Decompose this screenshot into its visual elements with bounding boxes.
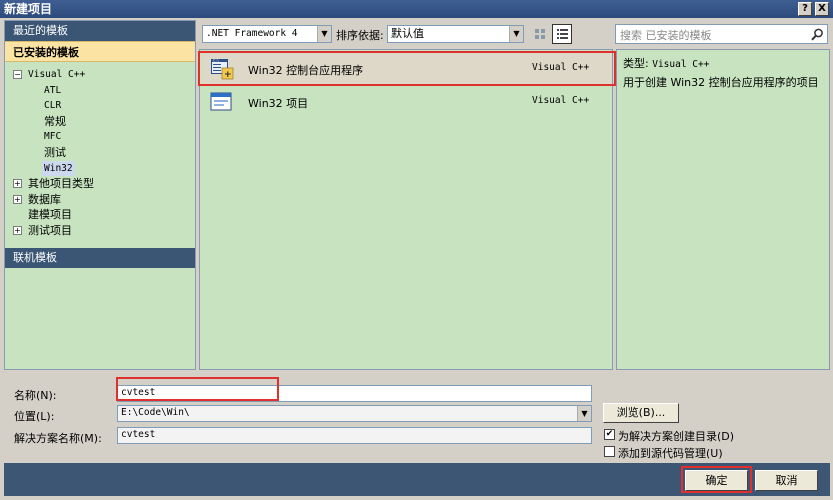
- location-value: E:\Code\Win\: [121, 407, 190, 418]
- tree-item-label: ATL: [44, 84, 62, 96]
- solution-name-value: cvtest: [121, 429, 156, 440]
- name-label: 名称(N):: [14, 389, 57, 402]
- source-control-label: 添加到源代码管理(U): [618, 447, 723, 460]
- browse-button[interactable]: 浏览(B)...: [603, 403, 679, 423]
- template-toolbar: .NET Framework 4 ▼ 排序依据: 默认值 ▼ 搜索 已安装的模板: [200, 24, 830, 46]
- type-label: 类型:: [623, 57, 649, 70]
- search-icon[interactable]: [811, 28, 824, 41]
- tree-item-visual-cpp[interactable]: − Visual C++: [5, 67, 195, 83]
- framework-dropdown[interactable]: .NET Framework 4 ▼: [202, 25, 332, 43]
- expand-icon[interactable]: +: [13, 179, 22, 189]
- tree-item-label: 测试: [44, 145, 66, 159]
- search-placeholder: 搜索 已安装的模板: [620, 29, 712, 42]
- location-combo[interactable]: E:\Code\Win\ ▼: [117, 405, 592, 422]
- recent-templates-header[interactable]: 最近的模板: [5, 21, 195, 41]
- collapse-icon[interactable]: −: [13, 70, 22, 79]
- dropdown-arrow-icon[interactable]: ▼: [509, 26, 523, 42]
- title-bar: 新建项目 ? X: [0, 0, 833, 18]
- ok-button-highlight: [681, 466, 752, 493]
- template-description: 用于创建 Win32 控制台应用程序的项目: [623, 76, 819, 89]
- tree-item-label: 其他项目类型: [28, 177, 94, 191]
- sort-value: 默认值: [391, 27, 424, 40]
- tree-item-test-projects[interactable]: + 测试项目: [5, 223, 195, 239]
- tree-item-database[interactable]: + 数据库: [5, 192, 195, 208]
- window-app-icon: [210, 92, 232, 111]
- template-list: C:\ + Win32 控制台应用程序 Visual C++ Win32 项目 …: [199, 49, 613, 370]
- tree-item-label: 常规: [44, 114, 66, 128]
- template-type: 类型: Visual C++: [623, 55, 823, 74]
- tree-item-label: 数据库: [28, 192, 61, 206]
- tree-item-atl[interactable]: ATL: [5, 83, 195, 99]
- template-language: Visual C++: [532, 95, 590, 106]
- sort-dropdown[interactable]: 默认值 ▼: [387, 25, 524, 43]
- solution-name-input[interactable]: cvtest: [117, 427, 592, 444]
- search-installed-templates[interactable]: 搜索 已安装的模板: [615, 24, 828, 44]
- tree-item-label: Win32: [42, 160, 75, 177]
- help-button[interactable]: ?: [798, 2, 812, 16]
- cancel-button[interactable]: 取消: [755, 470, 818, 491]
- tree-item-test[interactable]: 测试: [5, 145, 195, 161]
- tree-item-mfc[interactable]: MFC: [5, 129, 195, 145]
- selected-template-highlight: [198, 51, 616, 86]
- tree-item-win32[interactable]: Win32: [5, 160, 195, 177]
- tree-item-label: MFC: [44, 131, 62, 143]
- grid-view-icon: [535, 29, 545, 39]
- tree-item-modeling-projects[interactable]: 建模项目: [5, 207, 195, 223]
- expand-icon[interactable]: +: [13, 194, 22, 204]
- close-button[interactable]: X: [815, 2, 829, 16]
- sort-label: 排序依据:: [336, 29, 384, 42]
- online-templates-header[interactable]: 联机模板: [5, 248, 195, 268]
- create-directory-label: 为解决方案创建目录(D): [618, 430, 735, 443]
- source-control-checkbox[interactable]: [604, 446, 615, 457]
- create-directory-checkbox[interactable]: ✔: [604, 429, 615, 440]
- tree-item-label: CLR: [44, 100, 62, 112]
- medium-icons-view-button[interactable]: [530, 24, 550, 44]
- expand-icon[interactable]: +: [13, 225, 22, 235]
- solution-name-label: 解决方案名称(M):: [14, 432, 102, 445]
- tree-item-other-project-types[interactable]: + 其他项目类型: [5, 176, 195, 192]
- dropdown-arrow-icon[interactable]: ▼: [577, 406, 591, 421]
- template-tree: − Visual C++ ATL CLR 常规 MFC 测试 Win32 + 其…: [5, 67, 195, 239]
- tree-item-label: 测试项目: [28, 223, 72, 237]
- details-view-button[interactable]: [552, 24, 572, 44]
- template-name: Win32 项目: [248, 97, 309, 110]
- dropdown-arrow-icon[interactable]: ▼: [317, 26, 331, 42]
- name-input-highlight: [116, 377, 279, 401]
- tree-item-general[interactable]: 常规: [5, 114, 195, 130]
- tree-item-label: 建模项目: [28, 208, 72, 222]
- template-item-win32-project[interactable]: Win32 项目 Visual C++: [202, 86, 612, 118]
- tree-item-clr[interactable]: CLR: [5, 98, 195, 114]
- window-title: 新建项目: [4, 2, 53, 16]
- installed-templates-header[interactable]: 已安装的模板: [5, 41, 195, 62]
- location-label: 位置(L):: [14, 410, 55, 423]
- tree-item-label: Visual C++: [28, 69, 86, 80]
- type-value: Visual C++: [652, 59, 710, 70]
- template-description-panel: 类型: Visual C++ 用于创建 Win32 控制台应用程序的项目: [616, 49, 830, 370]
- list-view-icon: [557, 29, 568, 39]
- template-category-panel: 最近的模板 已安装的模板 − Visual C++ ATL CLR 常规 MFC…: [4, 20, 196, 370]
- framework-value: .NET Framework 4: [206, 28, 298, 39]
